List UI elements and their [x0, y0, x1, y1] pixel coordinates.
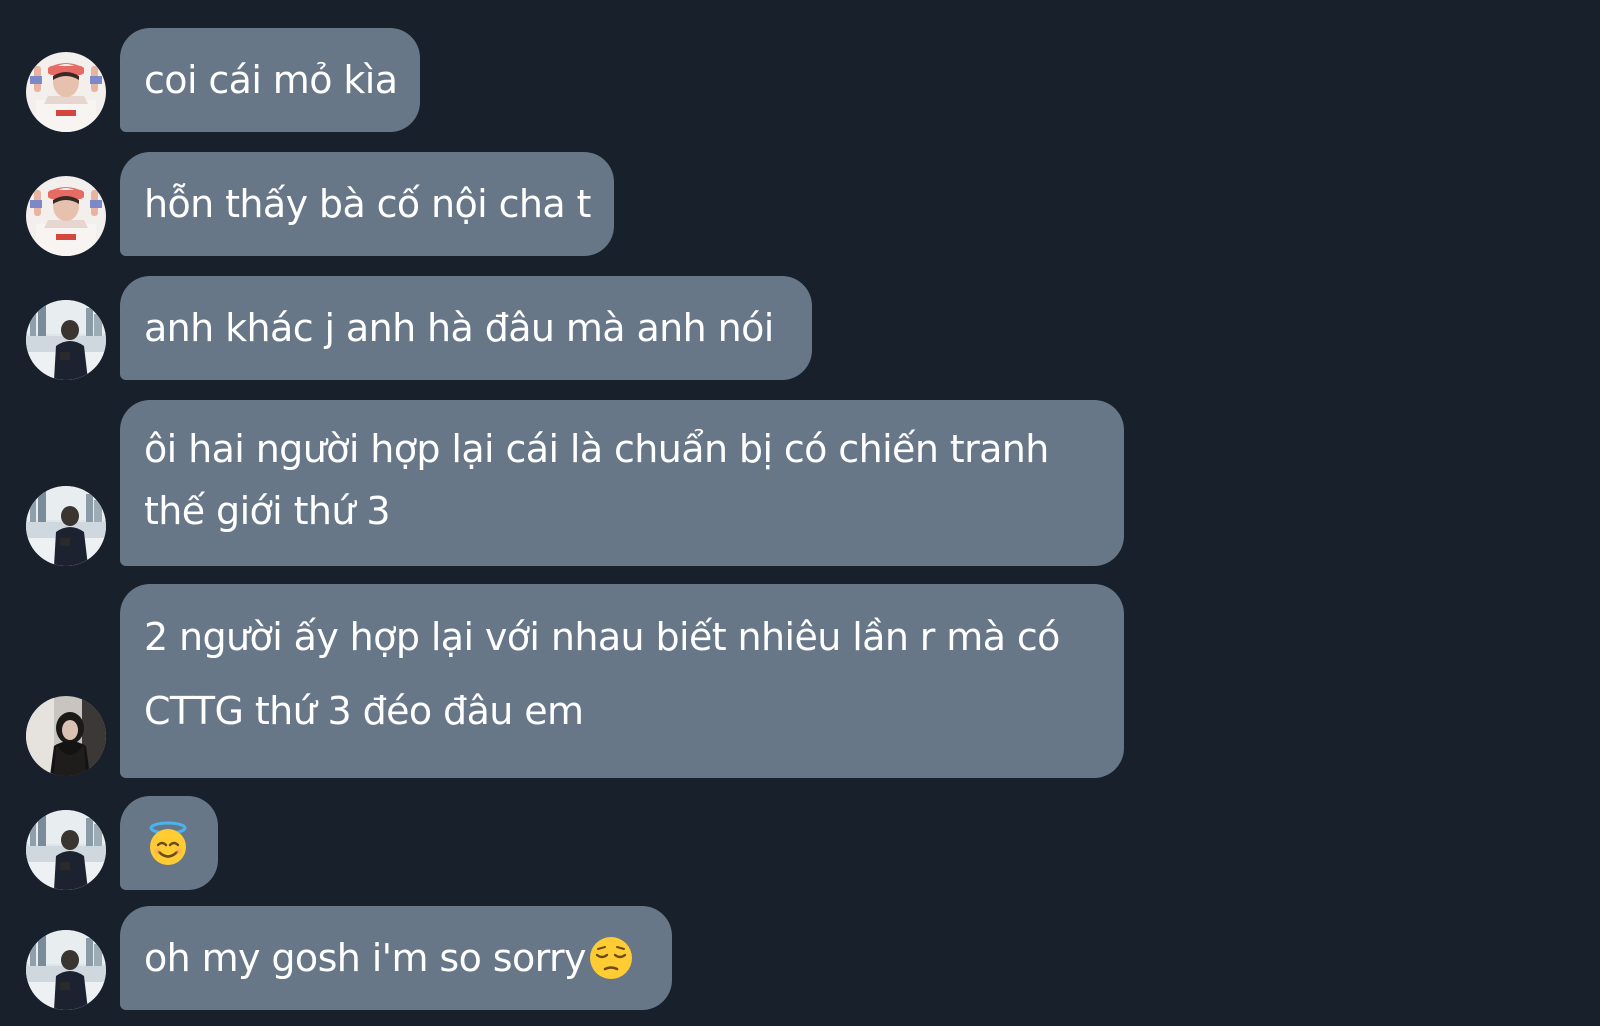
avatar-user-b[interactable]: [26, 300, 106, 380]
avatar-user-b[interactable]: [26, 486, 106, 566]
message-row: oh my gosh i'm so sorry: [0, 906, 1600, 1010]
chat-history: coi cái mỏ kìa hỗn thấy bà cố nội cha t: [0, 0, 1600, 1026]
avatar-image: [26, 696, 106, 776]
avatar-user-a[interactable]: [26, 176, 106, 256]
message-text: hỗn thấy bà cố nội cha t: [144, 182, 591, 226]
pensive-face-icon: [588, 935, 634, 981]
message-text: anh khác j anh hà đâu mà anh nói: [144, 306, 774, 350]
avatar-image: [26, 486, 106, 566]
avatar-user-b[interactable]: [26, 930, 106, 1010]
message-row: 2 người ấy hợp lại với nhau biết nhiêu l…: [0, 584, 1600, 778]
avatar-user-b[interactable]: [26, 810, 106, 890]
message-bubble[interactable]: hỗn thấy bà cố nội cha t: [120, 152, 614, 256]
message-text: coi cái mỏ kìa: [144, 58, 398, 102]
message-bubble[interactable]: 2 người ấy hợp lại với nhau biết nhiêu l…: [120, 584, 1124, 778]
message-row: anh khác j anh hà đâu mà anh nói: [0, 276, 1600, 380]
message-row: hỗn thấy bà cố nội cha t: [0, 152, 1600, 256]
message-bubble[interactable]: anh khác j anh hà đâu mà anh nói: [120, 276, 812, 380]
smiling-face-with-halo-icon: [144, 819, 192, 867]
avatar-image: [26, 300, 106, 380]
message-text-line: thế giới thứ 3: [144, 489, 391, 533]
message-bubble[interactable]: ôi hai người hợp lại cái là chuẩn bị có …: [120, 400, 1124, 566]
message-bubble[interactable]: [120, 796, 218, 890]
message-row: [0, 796, 1600, 890]
message-text-line: CTTG thứ 3 đéo đâu em: [144, 689, 584, 733]
message-text: oh my gosh i'm so sorry: [144, 936, 586, 980]
message-bubble[interactable]: coi cái mỏ kìa: [120, 28, 420, 132]
message-text-line: ôi hai người hợp lại cái là chuẩn bị có …: [144, 427, 1049, 471]
avatar-image: [26, 176, 106, 256]
avatar-image: [26, 810, 106, 890]
message-row: coi cái mỏ kìa: [0, 28, 1600, 132]
message-text-line: 2 người ấy hợp lại với nhau biết nhiêu l…: [144, 615, 1060, 659]
avatar-user-c[interactable]: [26, 696, 106, 776]
avatar-image: [26, 52, 106, 132]
message-row: ôi hai người hợp lại cái là chuẩn bị có …: [0, 400, 1600, 566]
avatar-image: [26, 930, 106, 1010]
message-bubble[interactable]: oh my gosh i'm so sorry: [120, 906, 672, 1010]
avatar-user-a[interactable]: [26, 52, 106, 132]
